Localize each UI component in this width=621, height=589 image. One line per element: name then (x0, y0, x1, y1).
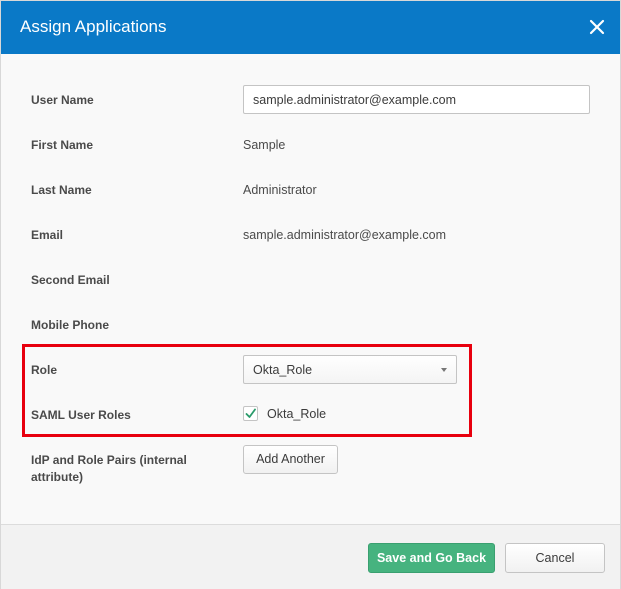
last-name-value: Administrator (243, 183, 317, 197)
add-another-button[interactable]: Add Another (243, 445, 338, 474)
first-name-label: First Name (31, 138, 94, 152)
chevron-down-icon (441, 368, 447, 372)
cancel-button[interactable]: Cancel (505, 543, 605, 573)
role-select[interactable]: Okta_Role (243, 355, 457, 384)
dialog-footer: Save and Go Back Cancel (1, 524, 620, 589)
assign-applications-dialog: Assign Applications User Name First Name… (0, 0, 621, 589)
mobile-phone-label: Mobile Phone (31, 318, 109, 332)
idp-role-pairs-label-line1: IdP and Role Pairs (internal (31, 453, 187, 467)
second-email-label: Second Email (31, 273, 110, 287)
email-value: sample.administrator@example.com (243, 228, 447, 242)
save-and-go-back-button[interactable]: Save and Go Back (368, 543, 495, 573)
last-name-label: Last Name (31, 183, 92, 197)
role-select-value: Okta_Role (253, 363, 313, 377)
saml-user-roles-label: SAML User Roles (31, 408, 131, 422)
idp-role-pairs-label-line2: attribute) (31, 470, 83, 484)
saml-role-option-label: Okta_Role (267, 407, 327, 421)
role-label: Role (31, 363, 58, 377)
dialog-body: User Name First Name Sample Last Name Ad… (1, 1, 620, 524)
user-name-label: User Name (31, 93, 94, 107)
checkmark-icon (245, 408, 256, 418)
email-label: Email (31, 228, 64, 242)
saml-role-checkbox[interactable] (243, 406, 258, 421)
user-name-input[interactable] (243, 85, 590, 114)
first-name-value: Sample (243, 138, 286, 152)
